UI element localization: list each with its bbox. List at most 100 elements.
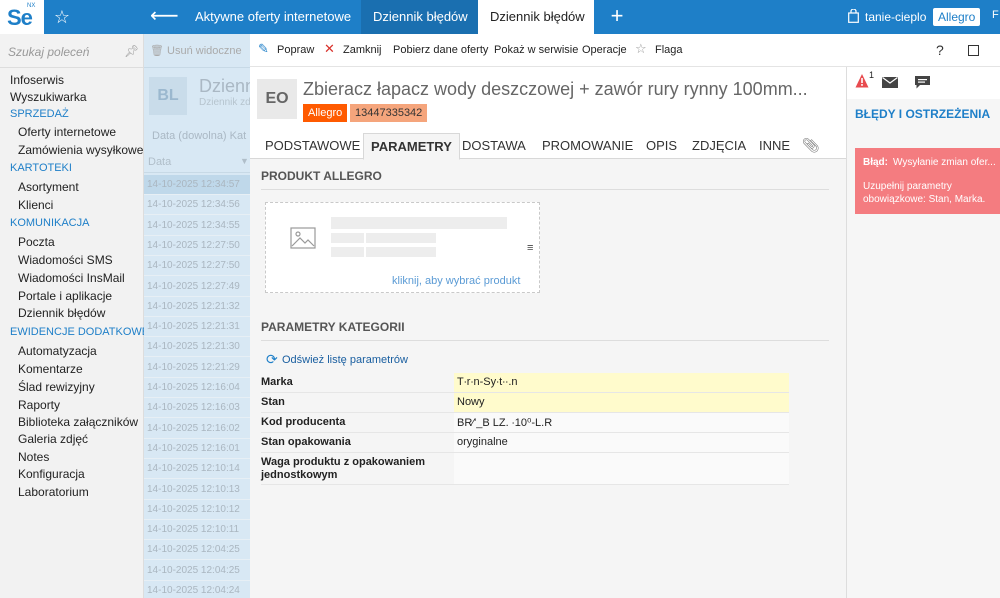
tab-aktywne-oferty[interactable]: Aktywne oferty internetowe xyxy=(183,0,361,34)
category-filter[interactable]: Kat xyxy=(230,130,247,142)
list-item[interactable]: 14-10-2025 12:27:49 xyxy=(144,277,250,297)
list-item[interactable]: 14-10-2025 12:21:30 xyxy=(144,337,250,358)
param-value-field[interactable]: T∙r∙n-Sy∙t∙∙.n xyxy=(454,373,789,392)
offer-id-badge[interactable]: 13447335342 xyxy=(350,104,428,122)
errors-panel-header: 1 xyxy=(847,67,1000,99)
param-value-field[interactable]: Nowy xyxy=(454,393,789,412)
list-item[interactable]: 14-10-2025 12:10:11 xyxy=(144,520,250,541)
list-avatar: BL xyxy=(149,77,187,115)
back-arrow-icon[interactable]: ⟵ xyxy=(150,6,179,28)
sidebar-item[interactable]: Automatyzacja xyxy=(18,344,97,358)
list-item[interactable]: 14-10-2025 12:16:03 xyxy=(144,398,250,419)
list-item[interactable]: 14-10-2025 12:10:13 xyxy=(144,480,250,500)
list-item[interactable]: 14-10-2025 12:16:04 xyxy=(144,378,250,398)
fetch-offer-button[interactable]: Pobierz dane oferty xyxy=(393,44,488,56)
sidebar-item[interactable]: Zamówienia wysyłkowe xyxy=(18,143,143,157)
list-item[interactable]: 14-10-2025 12:16:02 xyxy=(144,419,250,439)
tab-dziennik-bledow-active[interactable]: Dziennik błędów xyxy=(478,0,594,34)
shop-bag-icon xyxy=(848,9,859,23)
list-item[interactable]: 14-10-2025 12:21:29 xyxy=(144,358,250,378)
sidebar-item[interactable]: Notes xyxy=(18,450,49,464)
refresh-params-link[interactable]: Odśwież listę parametrów xyxy=(282,354,408,366)
list-item[interactable]: 14-10-2025 12:34:55 xyxy=(144,216,250,236)
list-item[interactable]: 14-10-2025 12:10:12 xyxy=(144,500,250,520)
show-in-service-button[interactable]: Pokaż w serwisie xyxy=(494,44,578,56)
sidebar-item[interactable]: Laboratorium xyxy=(18,485,89,499)
list-filter[interactable]: Data (dowolna) Kat xyxy=(152,130,246,142)
sidebar-item[interactable]: Poczta xyxy=(18,235,55,249)
tab-dziennik-bledow[interactable]: Dziennik błędów xyxy=(361,0,478,34)
warning-icon[interactable] xyxy=(855,73,869,89)
list-item[interactable]: 14-10-2025 12:04:25 xyxy=(144,561,250,581)
sidebar-item[interactable]: Wyszukiwarka xyxy=(10,90,87,104)
new-tab-plus-icon[interactable]: + xyxy=(604,4,630,30)
sidebar-item[interactable]: Oferty internetowe xyxy=(18,125,116,139)
sidebar-item[interactable]: Asortyment xyxy=(18,180,79,194)
delete-visible-button[interactable]: 🗑︎ Usuń widoczne xyxy=(150,44,242,57)
close-button[interactable]: Zamknij xyxy=(343,44,382,56)
edit-button[interactable]: Popraw xyxy=(277,44,314,56)
tab-dostawa[interactable]: DOSTAWA xyxy=(462,133,526,159)
list-item[interactable]: 14-10-2025 12:10:14 xyxy=(144,459,250,480)
list-item[interactable]: 14-10-2025 12:27:50 xyxy=(144,256,250,277)
comment-icon[interactable] xyxy=(915,76,930,89)
list-item[interactable]: 14-10-2025 12:34:57 xyxy=(144,175,250,195)
param-value-field[interactable] xyxy=(454,453,789,484)
sidebar-item[interactable]: Klienci xyxy=(18,198,53,212)
flag-button[interactable]: Flaga xyxy=(655,44,683,56)
param-value-field[interactable]: BR∕'_B LZ. ∙10⁰-L.R xyxy=(454,413,789,432)
refresh-icon[interactable]: ⟳ xyxy=(266,352,278,366)
sidebar-item[interactable]: Raporty xyxy=(18,398,60,412)
sidebar-item[interactable]: Portale i aplikacje xyxy=(18,289,112,303)
sidebar-item[interactable]: Komentarze xyxy=(18,362,83,376)
operations-button[interactable]: Operacje xyxy=(582,44,627,56)
error-card[interactable]: Błąd: Wysyłanie zmian ofer... Uzupełnij … xyxy=(855,148,1000,214)
section-params-title: PARAMETRY KATEGORII xyxy=(261,320,405,334)
favorites-star-icon[interactable]: ☆ xyxy=(50,6,74,28)
list-item[interactable]: 14-10-2025 12:27:50 xyxy=(144,236,250,256)
mail-icon[interactable] xyxy=(882,77,898,88)
command-search-input[interactable]: Szukaj poleceń xyxy=(8,45,89,59)
topbar-more-text[interactable]: F xyxy=(992,9,999,21)
sidebar-item[interactable]: Infoserwis xyxy=(10,73,64,87)
tab-promowanie[interactable]: PROMOWANIE xyxy=(542,133,633,159)
sidebar-item[interactable]: Wiadomości SMS xyxy=(18,253,113,267)
offer-title: Zbieracz łapacz wody deszczowej + zawór … xyxy=(303,79,808,99)
sidebar-item[interactable]: Dziennik błędów xyxy=(18,306,105,320)
maximize-icon[interactable] xyxy=(968,45,979,56)
tab-inne[interactable]: INNE xyxy=(759,133,790,159)
param-value-field[interactable]: oryginalne xyxy=(454,433,789,452)
list-item[interactable]: 14-10-2025 12:34:56 xyxy=(144,195,250,216)
product-menu-icon[interactable]: ≡ xyxy=(527,242,533,254)
pin-icon[interactable]: 📌︎ xyxy=(124,44,139,58)
sort-chevron-down-icon[interactable]: ▼ xyxy=(240,156,249,166)
tab-zdjecia[interactable]: ZDJĘCIA xyxy=(692,133,746,159)
list-item[interactable]: 14-10-2025 12:21:32 xyxy=(144,297,250,317)
offer-avatar: EO xyxy=(257,79,297,119)
list-item[interactable]: 14-10-2025 12:04:25 xyxy=(144,540,250,561)
detail-toolbar: ✎ Popraw ✕ Zamknij Pobierz dane oferty P… xyxy=(250,34,1000,67)
sidebar-item[interactable]: Wiadomości InsMail xyxy=(18,271,125,285)
attachment-paperclip-icon[interactable]: 📎︎ xyxy=(802,137,820,154)
app-logo[interactable]: Se NX xyxy=(0,0,44,34)
sidebar-item[interactable]: Ślad rewizyjny xyxy=(18,380,95,394)
tab-parametry[interactable]: PARAMETRY xyxy=(363,133,460,160)
platform-badge[interactable]: Allegro xyxy=(933,8,981,26)
tab-podstawowe[interactable]: PODSTAWOWE xyxy=(265,133,360,159)
shop-name[interactable]: tanie-cieplo xyxy=(865,10,926,24)
param-label: Stan opakowania xyxy=(261,436,351,448)
pick-product-link[interactable]: kliknij, aby wybrać produkt xyxy=(392,275,520,287)
errors-panel: 1 BŁĘDY I OSTRZEŻENIA Błąd: Wysyłanie zm… xyxy=(846,67,1000,598)
sidebar-item[interactable]: Konfiguracja xyxy=(18,467,85,481)
help-button[interactable]: ? xyxy=(936,42,944,58)
param-label: Kod producenta xyxy=(261,416,346,428)
list-item[interactable]: 14-10-2025 12:16:01 xyxy=(144,439,250,459)
product-picker[interactable]: ≡ kliknij, aby wybrać produkt xyxy=(265,202,540,293)
tab-opis[interactable]: OPIS xyxy=(646,133,677,159)
date-column-header[interactable]: Data xyxy=(148,156,171,168)
list-item[interactable]: 14-10-2025 12:04:24 xyxy=(144,581,250,598)
list-item[interactable]: 14-10-2025 12:21:31 xyxy=(144,317,250,338)
date-filter[interactable]: Data (dowolna) xyxy=(152,130,227,142)
sidebar-item[interactable]: Biblioteka załączników xyxy=(18,415,138,429)
sidebar-item[interactable]: Galeria zdjęć xyxy=(18,432,88,446)
